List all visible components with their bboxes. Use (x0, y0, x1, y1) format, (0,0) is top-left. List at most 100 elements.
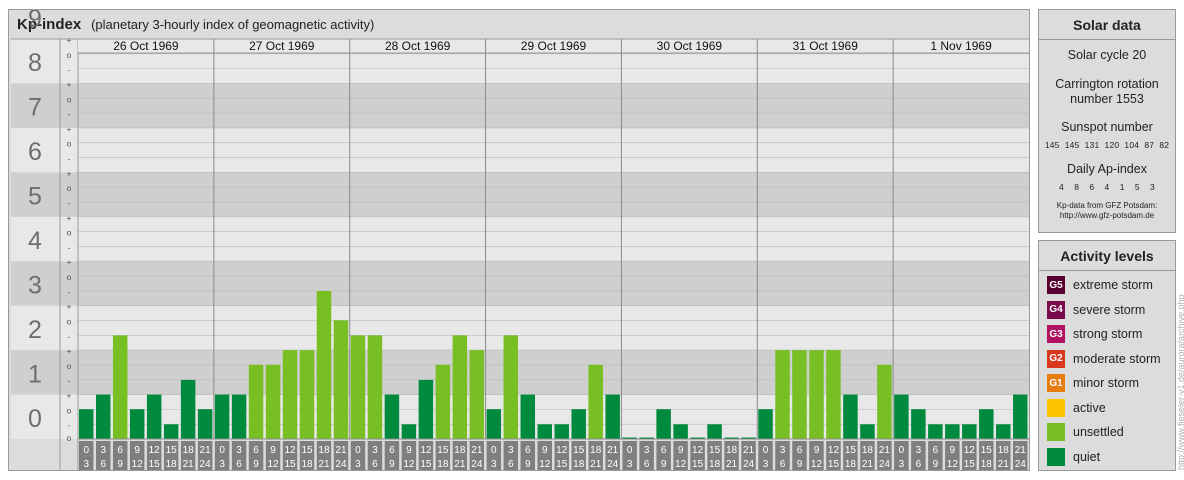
kp-band (11, 350, 1029, 395)
hour-label: 3 (644, 445, 650, 456)
kp-bar (452, 335, 468, 439)
hour-label: 0 (83, 445, 89, 456)
sunspot-label: Sunspot number (1061, 120, 1153, 134)
kp-index-panel: Kp-index (planetary 3-hourly index of ge… (8, 9, 1030, 471)
hour-label: 21 (1015, 445, 1027, 456)
hour-label: 3 (491, 459, 497, 470)
hour-label: 18 (709, 459, 721, 470)
y-axis-minor-label: + (67, 391, 72, 401)
hour-label: 9 (814, 445, 820, 456)
y-axis-minor-label: + (67, 213, 72, 223)
hour-label: 6 (389, 445, 395, 456)
hour-label: 18 (437, 459, 449, 470)
hour-label: 24 (743, 459, 755, 470)
y-axis-minor-label: o (67, 139, 72, 149)
hour-label: 21 (471, 445, 483, 456)
kp-bar (469, 350, 485, 439)
hour-label: 18 (862, 445, 874, 456)
hour-label: 21 (726, 459, 738, 470)
hour-label: 9 (134, 445, 140, 456)
kp-bar (520, 394, 536, 439)
hour-label: 6 (661, 445, 667, 456)
y-axis-minor-label: o (67, 433, 72, 443)
hour-label: 9 (253, 459, 259, 470)
hour-label: 12 (284, 445, 296, 456)
activity-level-strong-storm: G3 strong storm (1039, 322, 1175, 347)
hour-label: 15 (828, 459, 840, 470)
y-axis-minor-label: + (67, 35, 72, 45)
kp-bar (180, 379, 196, 439)
hour-label: 15 (964, 459, 976, 470)
hour-label: 18 (726, 445, 738, 456)
hour-label: 12 (132, 459, 144, 470)
kp-band (11, 216, 1029, 262)
hour-label: 9 (389, 459, 395, 470)
day-date-label: 28 Oct 1969 (385, 39, 451, 53)
kp-bar (333, 320, 349, 439)
day-date-label: 31 Oct 1969 (793, 39, 859, 53)
y-axis-minor-label: - (68, 376, 71, 386)
activity-level-extreme-storm: G5 extreme storm (1039, 273, 1175, 298)
hour-label: 9 (542, 445, 548, 456)
hour-label: 3 (780, 445, 786, 456)
y-axis-minor-label: - (68, 420, 71, 430)
hour-label: 18 (845, 459, 857, 470)
y-axis-minor-label: - (68, 154, 71, 164)
kp-band (11, 172, 1029, 217)
hour-label: 6 (253, 445, 259, 456)
hour-label: 0 (491, 445, 497, 456)
hour-label: 9 (525, 459, 531, 470)
hour-label: 9 (117, 459, 123, 470)
activity-level-moderate-storm: G2 moderate storm (1039, 347, 1175, 372)
hour-label: 0 (627, 445, 633, 456)
kp-bar (231, 394, 247, 439)
hour-label: 12 (675, 459, 687, 470)
watermark-url: http://www.fieseler-v1.de/aurora/archive… (1176, 294, 1184, 470)
day-date-label: 27 Oct 1969 (249, 39, 315, 53)
hour-label: 24 (879, 459, 891, 470)
activity-levels-title: Activity levels (1039, 241, 1175, 271)
hour-label: 3 (83, 459, 89, 470)
hour-label: 6 (525, 445, 531, 456)
level-swatch: G2 (1047, 349, 1065, 368)
y-axis-minor-label: o (67, 183, 72, 193)
hour-label: 6 (780, 459, 786, 470)
hour-label: 12 (420, 445, 432, 456)
hour-label: 15 (284, 459, 296, 470)
hour-label: 9 (270, 445, 276, 456)
y-axis-minor-label: - (68, 109, 71, 119)
kp-band (11, 83, 1029, 128)
y-axis-major-label: 7 (28, 94, 42, 122)
y-axis-minor-label: + (67, 346, 72, 356)
hour-label: 9 (933, 459, 939, 470)
hour-label: 15 (556, 459, 568, 470)
kp-bar (843, 394, 858, 439)
hour-label: 3 (100, 445, 106, 456)
kp-bar (214, 394, 230, 439)
hour-label: 6 (644, 459, 650, 470)
kp-bar (537, 424, 552, 439)
level-swatch: G3 (1047, 325, 1065, 344)
hour-label: 9 (678, 445, 684, 456)
hour-label: 21 (590, 459, 602, 470)
kp-bar (962, 424, 977, 439)
kp-bar (350, 335, 366, 439)
hour-label: 12 (149, 445, 161, 456)
day-date-label: 29 Oct 1969 (521, 39, 587, 53)
activity-level-minor-storm: G1 minor storm (1039, 371, 1175, 396)
y-axis-minor-label: - (68, 198, 71, 208)
activity-levels-box: Activity levels G5 extreme storm G4 severe … (1038, 240, 1176, 471)
y-axis-minor-label: - (68, 287, 71, 297)
solar-cycle: Solar cycle 20 (1067, 48, 1147, 62)
hour-label: 18 (454, 445, 466, 456)
kp-band (11, 261, 1029, 306)
kp-bar (877, 364, 892, 439)
sunspot-values: 145 145 131 120 104 87 82 (1044, 140, 1170, 150)
hour-label: 9 (950, 445, 956, 456)
hour-label: 15 (149, 459, 161, 470)
level-label: minor storm (1073, 376, 1139, 391)
y-axis-major-label: 6 (28, 138, 42, 166)
hour-label: 0 (763, 445, 769, 456)
activity-level-quiet: quiet (1039, 445, 1175, 470)
level-label: quiet (1073, 449, 1101, 464)
